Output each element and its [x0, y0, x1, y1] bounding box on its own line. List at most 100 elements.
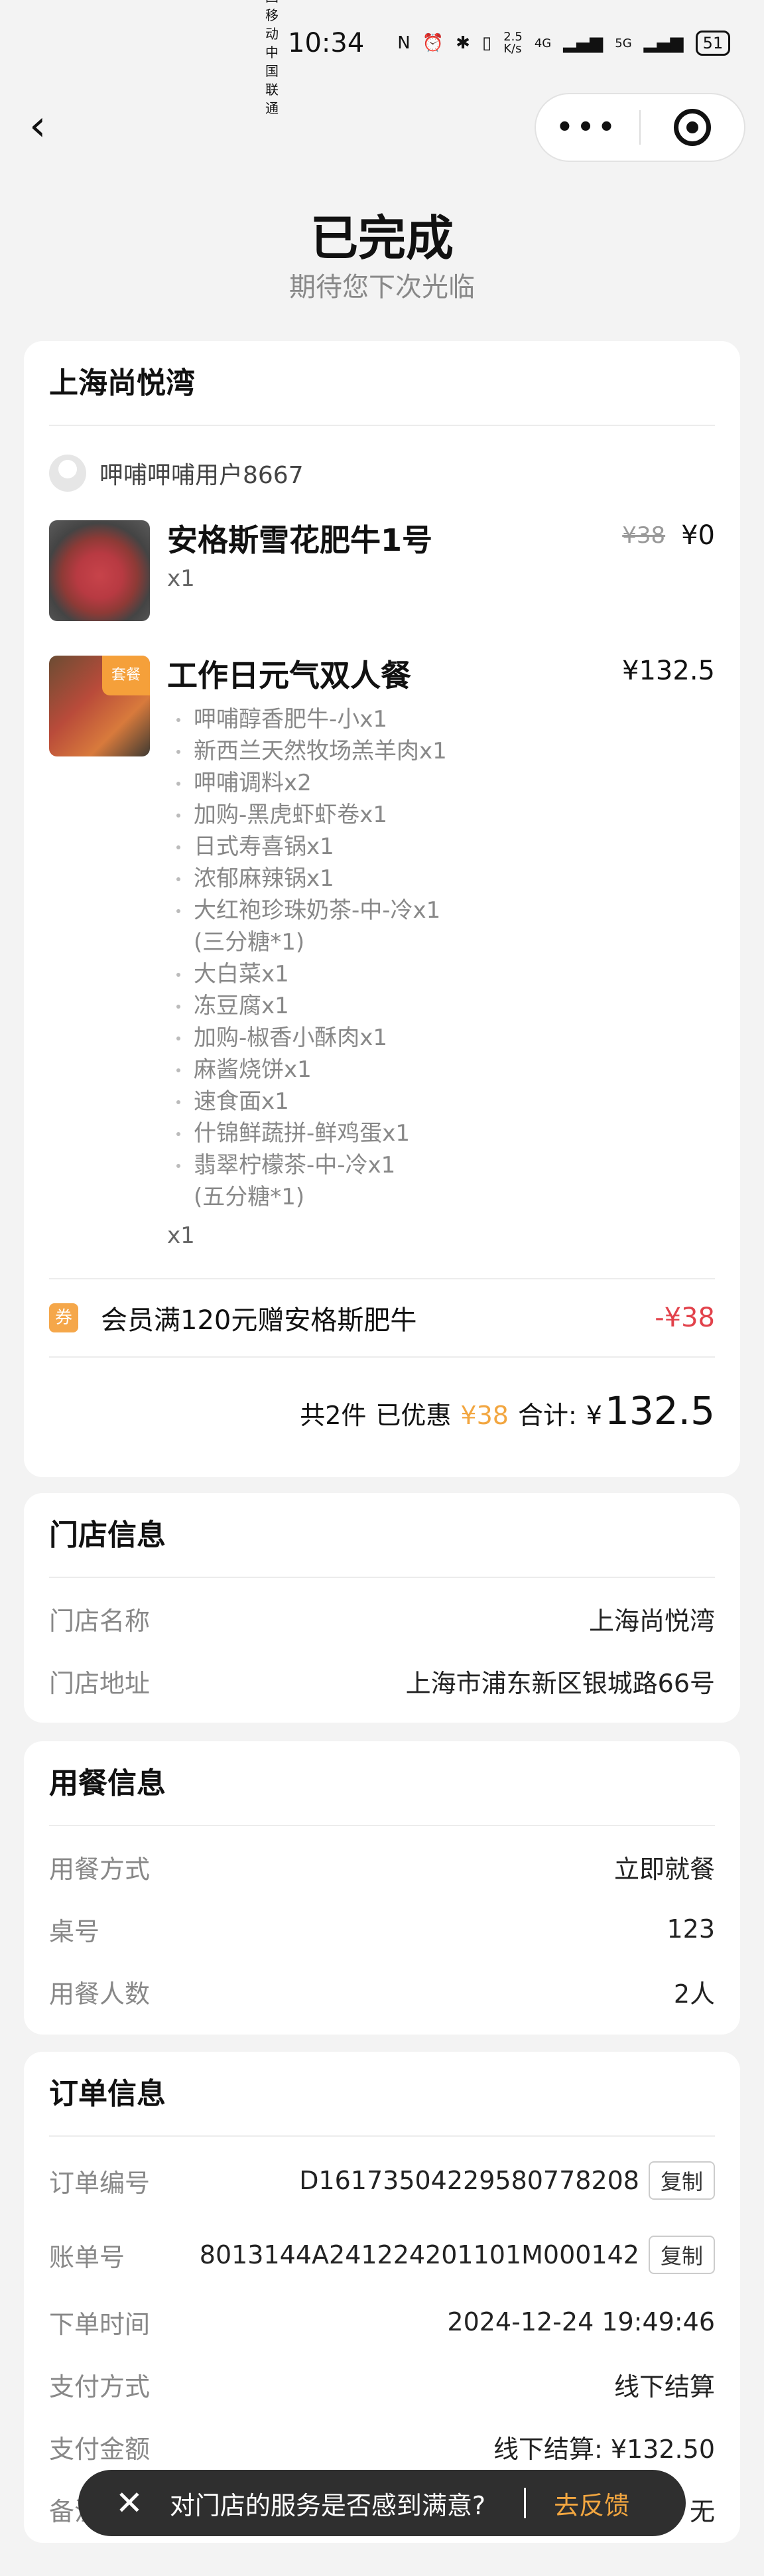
order-item[interactable]: 安格斯雪花肥牛1号 x1 ¥38 ¥0 — [49, 520, 715, 621]
row-label: 桌号 — [49, 1916, 100, 1946]
toast-divider — [524, 2488, 527, 2518]
promo-text: 会员满120元赠安格斯肥牛 — [101, 1305, 417, 1336]
set-content-item: 速食面x1 — [167, 1086, 715, 1117]
currency-symbol: ¥ — [586, 1401, 602, 1430]
target-icon — [674, 109, 711, 146]
order-number-value: D16173504229580778208 — [299, 2166, 639, 2195]
info-row: 桌号 123 — [49, 1898, 715, 1960]
info-row: 用餐人数 2人 — [49, 1960, 715, 2023]
total-label: 合计: — [517, 1401, 577, 1430]
copy-bill-number-button[interactable]: 复制 — [648, 2236, 715, 2274]
set-content-item: 加购-黑虎虾虾卷x1 — [167, 799, 715, 831]
toast-text: 对门店的服务是否感到满意? — [169, 2490, 486, 2520]
user-row: 呷哺呷哺用户8667 — [49, 426, 715, 520]
row-label: 用餐人数 — [49, 1979, 151, 2009]
back-icon[interactable]: ‹ — [29, 105, 69, 147]
order-item[interactable]: 套餐 工作日元气双人餐 呷哺醇香肥牛-小x1 新西兰天然牧场羔羊肉x1 呷哺调料… — [49, 656, 715, 1249]
row-label: 账单号 — [49, 2242, 125, 2272]
info-row: 订单编号 D16173504229580778208 复制 — [49, 2142, 715, 2219]
item-qty: x1 — [167, 565, 195, 592]
alarm-icon: ⏰ — [422, 33, 444, 53]
info-row: 账单号 8013144A241224201101M000142 复制 — [49, 2219, 715, 2291]
store-name-value: 上海尚悦湾 — [588, 1606, 715, 1636]
feedback-button[interactable]: 去反馈 — [554, 2485, 629, 2522]
payment-amount-value: 线下结算: ¥132.50 — [493, 2434, 715, 2464]
mini-program-capsule: ••• — [535, 93, 745, 162]
remark-value: 无 — [689, 2496, 715, 2526]
set-content-note: (三分糖*1) — [194, 929, 305, 956]
order-time-value: 2024-12-24 19:49:46 — [447, 2307, 715, 2336]
row-label: 用餐方式 — [49, 1854, 151, 1884]
signal-icon-2: ▂▄▆ — [643, 33, 684, 53]
row-label: 订单编号 — [49, 2168, 151, 2198]
status-icons: N ⏰ ✱ ▯ 2.5 K/s 4G ▂▄▆ 5G ▂▄▆ 51 — [397, 30, 731, 56]
item-thumbnail — [49, 520, 150, 621]
user-name: 呷哺呷哺用户8667 — [99, 462, 304, 489]
bill-number-value: 8013144A241224201101M000142 — [199, 2240, 639, 2269]
store-address-value: 上海市浦东新区银城路66号 — [405, 1668, 715, 1698]
info-row: 门店名称 上海尚悦湾 — [49, 1587, 715, 1650]
order-info-card: 订单信息 订单编号 D16173504229580778208 复制 账单号 80… — [24, 2052, 740, 2543]
page-title: 已完成 — [310, 210, 454, 266]
item-final-price: ¥132.5 — [622, 656, 715, 686]
info-row: 支付金额 线下结算: ¥132.50 — [49, 2415, 715, 2478]
carrier-1: 中国移动 — [265, 0, 279, 42]
page-subtitle: 期待您下次光临 — [289, 272, 475, 303]
section-title: 门店信息 — [49, 1493, 715, 1578]
payment-method-value: 线下结算 — [613, 2372, 715, 2401]
set-content-note: (五分糖*1) — [194, 1184, 305, 1210]
item-price: ¥38 ¥0 — [622, 520, 715, 551]
set-content-item: 麻酱烧饼x1 — [167, 1054, 715, 1086]
section-title: 订单信息 — [49, 2052, 715, 2137]
set-meal-badge: 套餐 — [102, 656, 150, 695]
row-label: 下单时间 — [49, 2309, 151, 2339]
close-program-button[interactable] — [641, 109, 744, 146]
dining-info-card: 用餐信息 用餐方式 立即就餐 桌号 123 用餐人数 2人 — [24, 1741, 740, 2035]
set-content-item: 大红袍珍珠奶茶-中-冷x1 (三分糖*1) — [167, 894, 715, 958]
set-content-item: 新西兰天然牧场羔羊肉x1 — [167, 735, 715, 767]
set-content-item: 冻豆腐x1 — [167, 990, 715, 1022]
set-content-item: 加购-椒香小酥肉x1 — [167, 1022, 715, 1054]
dining-mode-value: 立即就餐 — [613, 1854, 715, 1884]
store-name: 上海尚悦湾 — [49, 341, 715, 426]
battery-icon: 51 — [695, 31, 731, 56]
set-content-item: 浓郁麻辣锅x1 — [167, 863, 715, 894]
discount-amount: ¥38 — [460, 1401, 509, 1430]
item-final-price: ¥0 — [681, 520, 715, 551]
target-dot — [686, 121, 698, 133]
item-thumbnail: 套餐 — [49, 656, 150, 756]
close-icon[interactable]: ✕ — [115, 2484, 143, 2522]
set-content-item: 什锦鲜蔬拼-鲜鸡蛋x1 — [167, 1117, 715, 1149]
net-5g: 5G — [615, 36, 632, 50]
set-content-item: 日式寿喜锅x1 — [167, 831, 715, 863]
info-row: 支付方式 线下结算 — [49, 2353, 715, 2415]
status-bar: 中国移动 中国联通 10:34 N ⏰ ✱ ▯ 2.5 K/s 4G ▂▄▆ 5… — [0, 0, 764, 116]
item-count: 共2件 — [300, 1401, 367, 1430]
info-row: 门店地址 上海市浦东新区银城路66号 — [49, 1650, 715, 1712]
coupon-icon: 券 — [49, 1303, 78, 1332]
row-label: 门店地址 — [49, 1668, 151, 1698]
row-label: 支付金额 — [49, 2434, 151, 2464]
more-icon[interactable]: ••• — [536, 112, 639, 143]
set-content-item: 呷哺调料x2 — [167, 767, 715, 799]
copy-order-number-button[interactable]: 复制 — [648, 2161, 715, 2200]
set-content-item: 呷哺醇香肥牛-小x1 — [167, 703, 715, 735]
avatar — [49, 455, 86, 492]
set-content-text: 翡翠柠檬茶-中-冷x1 — [194, 1152, 396, 1179]
network-speed: 2.5 K/s — [503, 30, 523, 56]
row-label: 支付方式 — [49, 2372, 151, 2401]
promo-amount: -¥38 — [655, 1303, 715, 1333]
clock: 10:34 — [288, 28, 365, 58]
nfc-icon: N — [397, 33, 411, 53]
feedback-toast: ✕ 对门店的服务是否感到满意? 去反馈 — [78, 2470, 686, 2536]
order-card: 上海尚悦湾 呷哺呷哺用户8667 安格斯雪花肥牛1号 x1 ¥38 ¥0 套餐 … — [24, 341, 740, 1477]
item-orig-price: ¥38 — [622, 522, 666, 549]
order-summary: 共2件 已优惠 ¥38 合计: ¥132.5 — [49, 1358, 715, 1464]
total-amount: 132.5 — [604, 1388, 715, 1433]
promo-row: 券 会员满120元赠安格斯肥牛 -¥38 — [49, 1278, 715, 1358]
set-contents-list: 呷哺醇香肥牛-小x1 新西兰天然牧场羔羊肉x1 呷哺调料x2 加购-黑虎虾虾卷x… — [167, 703, 715, 1213]
info-row: 用餐方式 立即就餐 — [49, 1835, 715, 1898]
table-number-value: 123 — [667, 1914, 715, 1944]
set-content-text: 大红袍珍珠奶茶-中-冷x1 — [194, 897, 441, 924]
set-content-item: 大白菜x1 — [167, 958, 715, 990]
